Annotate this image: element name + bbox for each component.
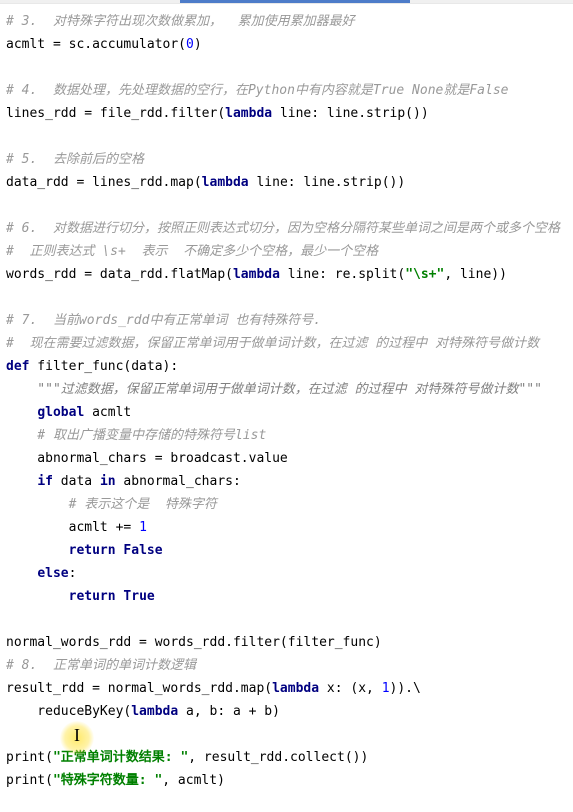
comment: # 取出广播变量中存储的特殊符号list: [6, 428, 266, 443]
code-line: if data in abnormal_chars:: [6, 474, 241, 489]
code-line: reduceByKey(lambda a, b: a + b): [6, 704, 280, 719]
code-line: acmlt += 1: [6, 520, 147, 535]
code-editor[interactable]: # 3. 对特殊字符出现次数做累加， 累加使用累加器最好 acmlt = sc.…: [0, 4, 573, 812]
code-line: normal_words_rdd = words_rdd.filter(filt…: [6, 635, 382, 650]
code-line: print("特殊字符数量: ", acmlt): [6, 773, 225, 788]
code-line: abnormal_chars = broadcast.value: [6, 451, 288, 466]
code-line: def filter_func(data):: [6, 359, 178, 374]
code-line: return True: [6, 589, 155, 604]
code-line: lines_rdd = file_rdd.filter(lambda line:…: [6, 106, 429, 121]
comment: # 3. 对特殊字符出现次数做累加， 累加使用累加器最好: [6, 14, 355, 29]
window-top-bar: [0, 0, 573, 4]
comment: # 4. 数据处理，先处理数据的空行，在Python中有内容就是True Non…: [6, 83, 509, 98]
code-line: return False: [6, 543, 163, 558]
code-line: print("正常单词计数结果: ", result_rdd.collect()…: [6, 750, 368, 765]
comment: # 7. 当前words_rdd中有正常单词 也有特殊符号.: [6, 313, 321, 328]
code-line: global acmlt: [6, 405, 131, 420]
comment: # 8. 正常单词的单词计数逻辑: [6, 658, 196, 673]
code-line: words_rdd = data_rdd.flatMap(lambda line…: [6, 267, 507, 282]
comment: # 正则表达式 \s+ 表示 不确定多少个空格，最少一个空格: [6, 244, 378, 259]
code-line: data_rdd = lines_rdd.map(lambda line: li…: [6, 175, 405, 190]
comment: # 表示这个是 特殊字符: [6, 497, 217, 512]
code-line: else:: [6, 566, 76, 581]
progress-indicator: [180, 0, 410, 3]
comment: # 5. 去除前后的空格: [6, 152, 144, 167]
comment: # 现在需要过滤数据，保留正常单词用于做单词计数，在过滤 的过程中 对特殊符号做…: [6, 336, 539, 351]
comment: # 6. 对数据进行切分，按照正则表达式切分，因为空格分隔符某些单词之间是两个或…: [6, 221, 560, 236]
code-line: acmlt = sc.accumulator(0): [6, 37, 202, 52]
docstring: """过滤数据，保留正常单词用于做单词计数，在过滤 的过程中 对特殊符号做计数"…: [6, 382, 542, 397]
code-line: result_rdd = normal_words_rdd.map(lambda…: [6, 681, 421, 696]
